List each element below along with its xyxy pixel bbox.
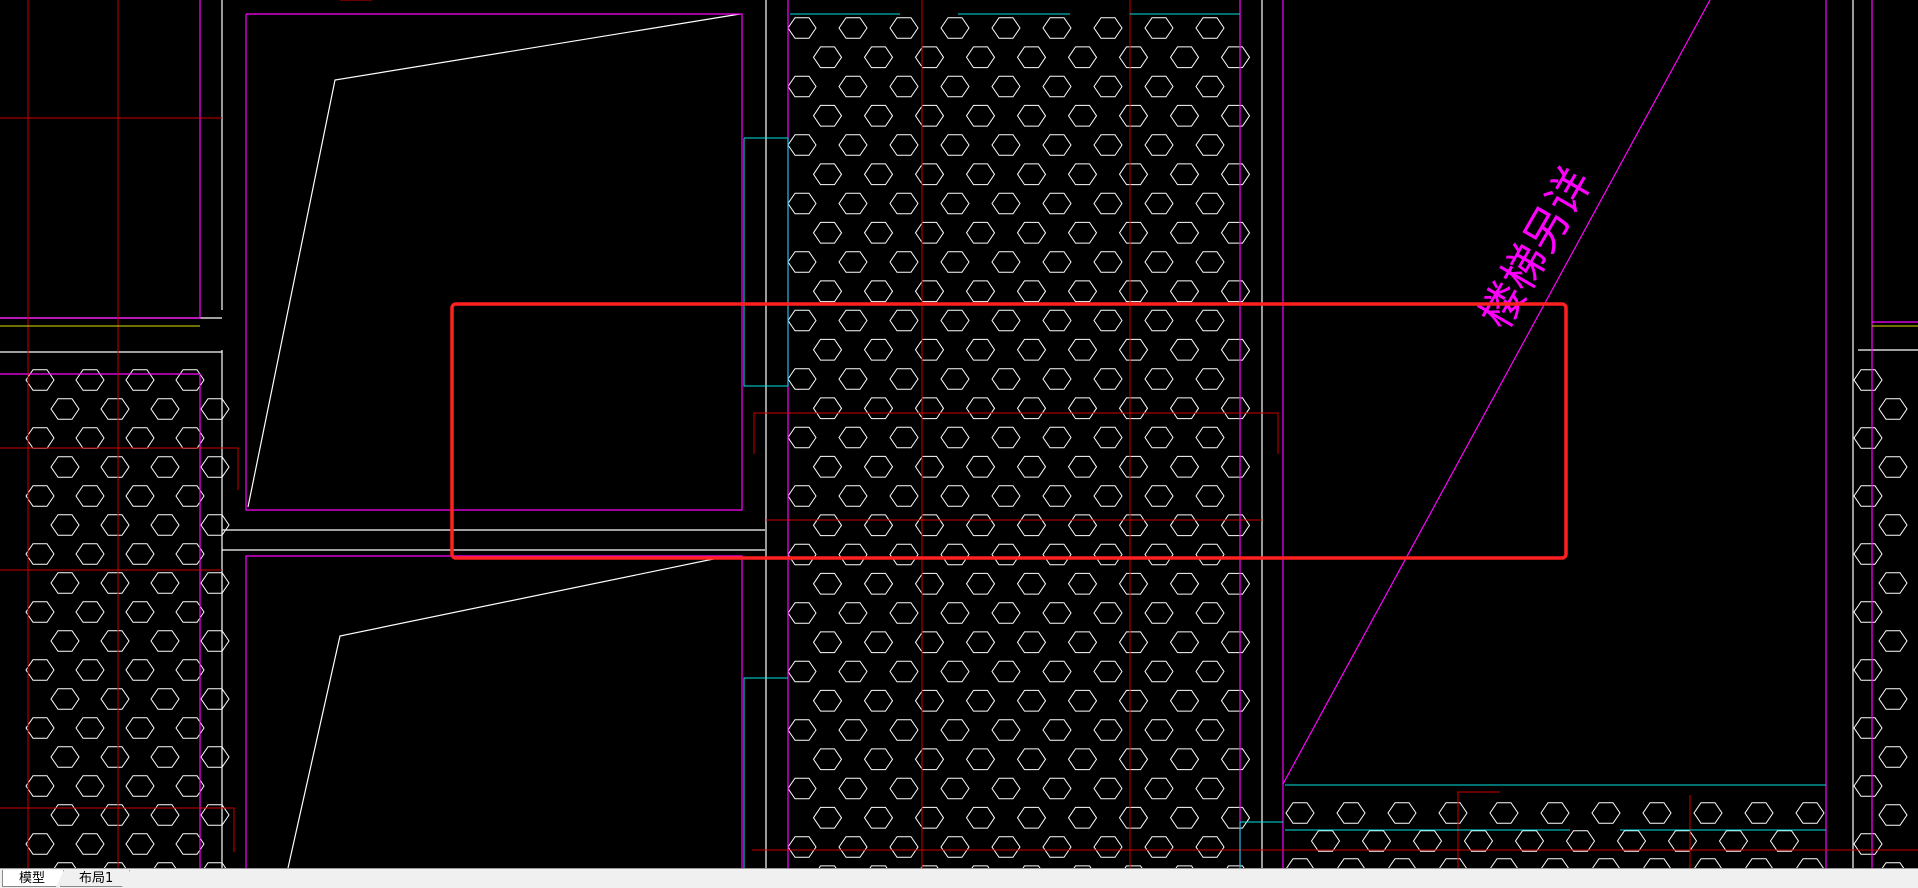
tab-layout1[interactable]: 布局1	[60, 870, 130, 887]
layout-tab-bar: 模型 布局1	[0, 868, 1918, 888]
drawing-svg: 楼梯另详	[0, 0, 1918, 888]
tab-model[interactable]: 模型	[2, 870, 64, 887]
model-space-background	[0, 0, 1918, 868]
cad-drawing-canvas[interactable]: 楼梯另详	[0, 0, 1918, 888]
